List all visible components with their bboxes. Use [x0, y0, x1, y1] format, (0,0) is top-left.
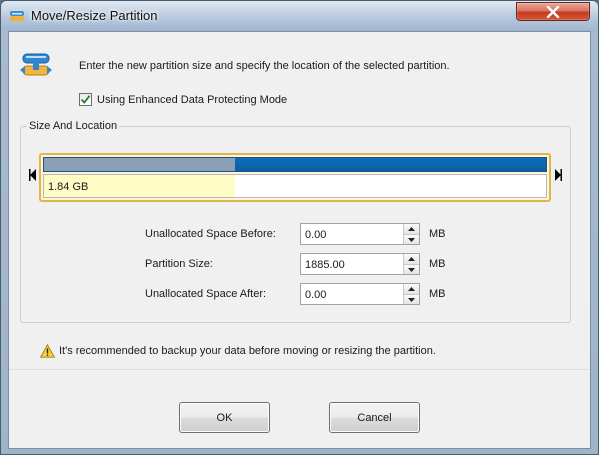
- ok-button[interactable]: OK: [179, 402, 270, 433]
- partition-size-spinner[interactable]: [403, 254, 419, 274]
- title-bar[interactable]: Move/Resize Partition: [1, 1, 598, 31]
- cancel-button[interactable]: Cancel: [329, 402, 420, 433]
- warning-text: It's recommended to backup your data bef…: [59, 345, 436, 357]
- left-resize-handle[interactable]: [29, 169, 37, 181]
- field-unallocated-before: Unallocated Space Before: 0.00 MB: [145, 223, 446, 245]
- move-resize-partition-icon: [19, 51, 53, 81]
- partition-block[interactable]: 1.84 GB: [43, 174, 547, 198]
- used-space-segment: [44, 158, 235, 171]
- unallocated-before-value[interactable]: 0.00: [305, 229, 326, 241]
- spin-up-button[interactable]: [404, 224, 419, 234]
- caret-down-icon: [408, 267, 415, 272]
- partition-app-icon: [9, 8, 25, 24]
- field-unallocated-after: Unallocated Space After: 0.00 MB: [145, 283, 446, 305]
- caret-up-icon: [408, 257, 415, 261]
- spin-up-button[interactable]: [404, 254, 419, 264]
- caret-down-icon: [408, 297, 415, 302]
- close-icon: [546, 5, 560, 18]
- unit-label: MB: [429, 258, 446, 270]
- caret-down-icon: [408, 237, 415, 242]
- caret-up-icon: [408, 287, 415, 291]
- unallocated-after-value[interactable]: 0.00: [305, 289, 326, 301]
- spin-up-button[interactable]: [404, 284, 419, 294]
- enhanced-mode-option[interactable]: Using Enhanced Data Protecting Mode: [79, 93, 287, 106]
- field-partition-size: Partition Size: 1885.00 MB: [145, 253, 446, 275]
- partition-size-label: 1.84 GB: [48, 181, 89, 193]
- unit-label: MB: [429, 288, 446, 300]
- unallocated-after-input[interactable]: 0.00: [300, 283, 420, 305]
- partition-size-value[interactable]: 1885.00: [305, 259, 345, 271]
- unallocated-after-label: Unallocated Space After:: [145, 288, 267, 300]
- dialog-description: Enter the new partition size and specify…: [79, 60, 450, 72]
- unit-label: MB: [429, 228, 446, 240]
- unallocated-before-spinner[interactable]: [403, 224, 419, 244]
- right-resize-handle[interactable]: [554, 169, 562, 181]
- partition-usage-bar: [43, 157, 547, 172]
- dialog-footer: OK Cancel: [9, 369, 590, 448]
- enhanced-mode-label: Using Enhanced Data Protecting Mode: [97, 93, 288, 106]
- dialog-window: Move/Resize Partition Enter the new part…: [0, 0, 599, 455]
- close-button[interactable]: [516, 2, 590, 21]
- unallocated-after-spinner[interactable]: [403, 284, 419, 304]
- spin-down-button[interactable]: [404, 234, 419, 244]
- checkmark-icon: [80, 95, 91, 104]
- partition-map-bar[interactable]: 1.84 GB: [39, 153, 551, 202]
- spin-down-button[interactable]: [404, 264, 419, 274]
- caret-up-icon: [408, 227, 415, 231]
- window-title: Move/Resize Partition: [31, 8, 158, 23]
- group-label: Size And Location: [27, 120, 120, 132]
- backup-warning: It's recommended to backup your data bef…: [40, 344, 436, 358]
- spin-down-button[interactable]: [404, 294, 419, 304]
- enhanced-mode-checkbox[interactable]: [79, 93, 92, 106]
- partition-size-input[interactable]: 1885.00: [300, 253, 420, 275]
- dialog-client-area: Enter the new partition size and specify…: [8, 31, 591, 449]
- partition-size-field-label: Partition Size:: [145, 258, 213, 270]
- size-location-group: Size And Location 1.84 GB Unallocated Sp…: [20, 120, 571, 323]
- unallocated-before-input[interactable]: 0.00: [300, 223, 420, 245]
- warning-icon: [40, 344, 55, 358]
- unallocated-before-label: Unallocated Space Before:: [145, 228, 276, 240]
